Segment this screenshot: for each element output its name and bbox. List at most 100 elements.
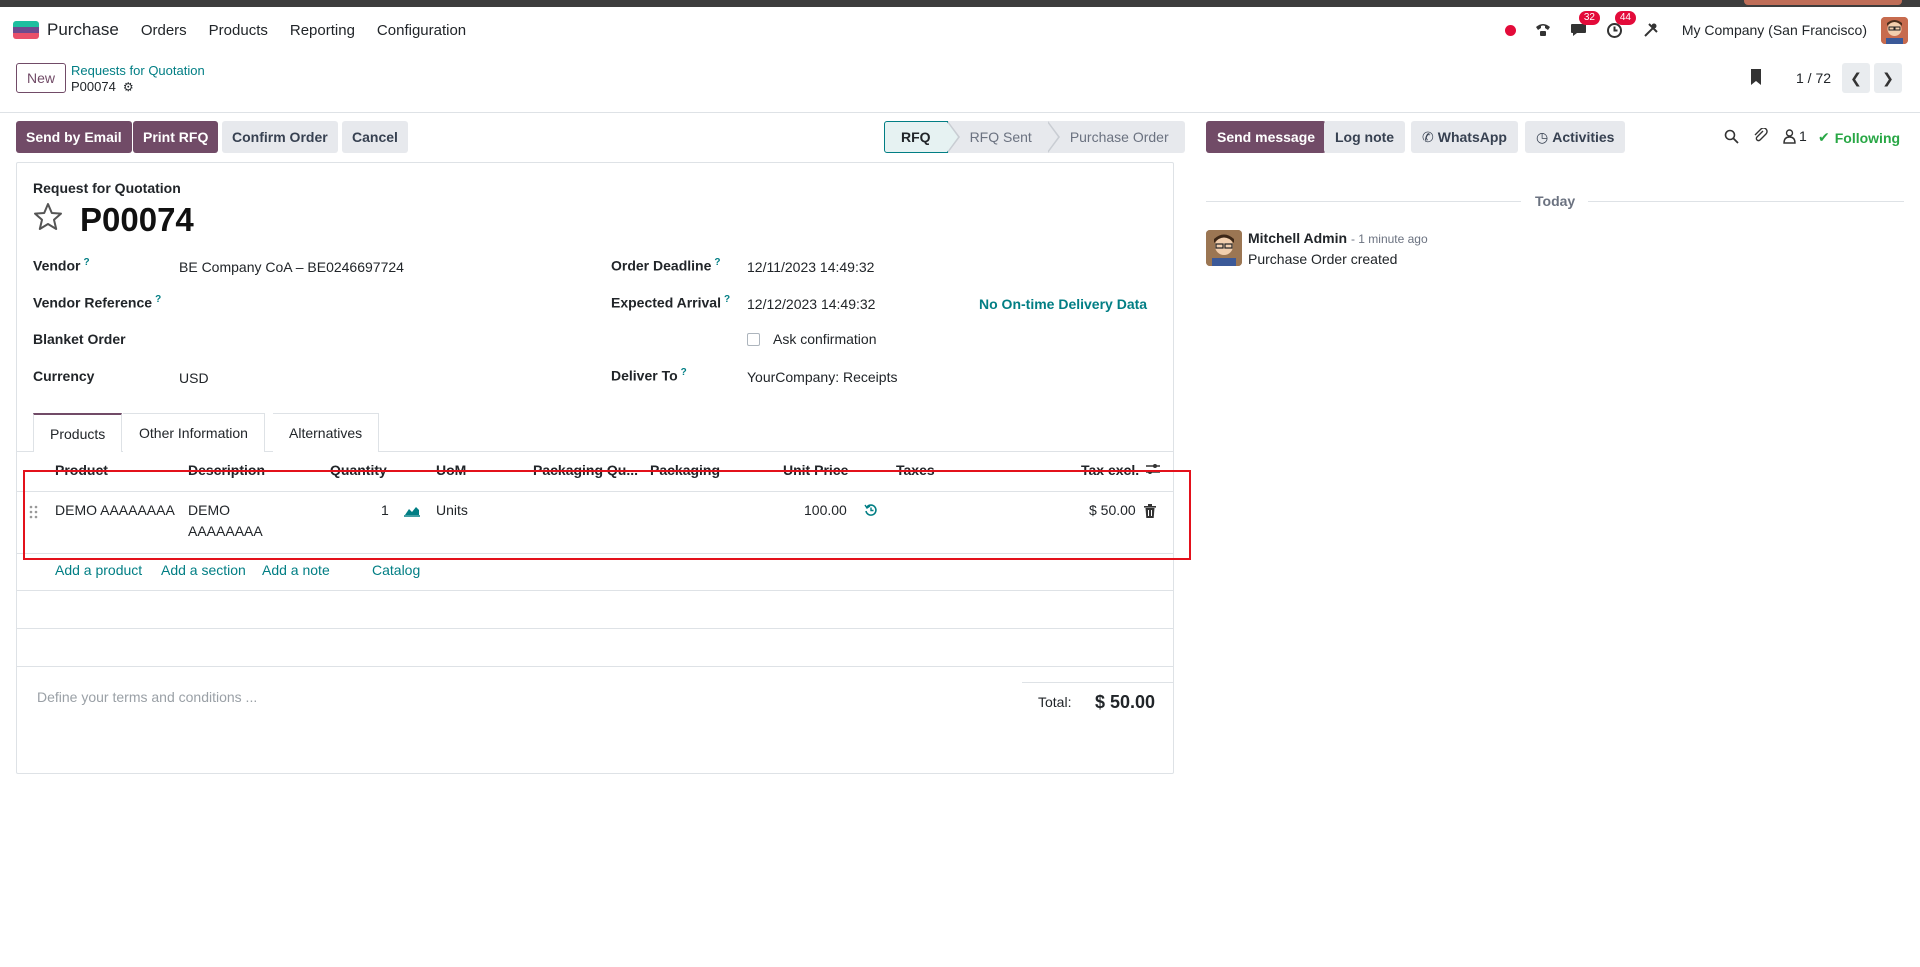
empty-row-divider <box>16 628 1174 629</box>
app-brand[interactable]: Purchase <box>13 20 119 40</box>
discuss-icon[interactable]: 32 <box>1568 11 1600 41</box>
user-icon <box>1783 128 1796 144</box>
vendor-label: Vendor? <box>33 257 90 274</box>
message-time: - 1 minute ago <box>1350 232 1428 246</box>
bookmark-icon[interactable] <box>1748 68 1764 91</box>
ask-confirmation-checkbox[interactable] <box>747 333 760 346</box>
add-note-link[interactable]: Add a note <box>262 562 330 578</box>
message-author[interactable]: Mitchell Admin <box>1248 230 1347 246</box>
deliver-to-field[interactable]: YourCompany: Receipts <box>747 369 897 385</box>
chevron-right-icon: ❯ <box>1882 69 1894 86</box>
status-bar: RFQ RFQ Sent Purchase Order <box>884 121 1185 153</box>
highlight-annotation-box <box>23 470 1191 560</box>
whatsapp-button[interactable]: ✆ WhatsApp <box>1411 121 1518 153</box>
blanket-order-label: Blanket Order <box>33 331 126 347</box>
menu-orders[interactable]: Orders <box>141 22 187 39</box>
send-message-button[interactable]: Send message <box>1206 121 1327 153</box>
menu-products[interactable]: Products <box>209 22 268 39</box>
currency-field[interactable]: USD <box>179 370 209 386</box>
priority-star-icon[interactable] <box>32 201 64 241</box>
following-label: Following <box>1834 129 1901 146</box>
currency-label: Currency <box>33 368 95 384</box>
log-note-button[interactable]: Log note <box>1324 121 1406 153</box>
deliver-to-label-text: Deliver To <box>611 367 678 384</box>
following-button[interactable]: ✔ Following <box>1818 129 1900 146</box>
clock-icon: ◷ <box>1536 128 1549 145</box>
date-separator-label: Today <box>1535 193 1576 209</box>
pager-previous-button[interactable]: ❮ <box>1842 63 1870 93</box>
recording-dot-icon[interactable] <box>1504 24 1516 36</box>
followers-button[interactable]: 1 <box>1783 128 1807 144</box>
message-header: Mitchell Admin - 1 minute ago <box>1248 230 1428 246</box>
help-icon[interactable]: ? <box>155 294 161 305</box>
date-separator-line <box>1206 201 1521 202</box>
paperclip-icon[interactable] <box>1753 127 1769 148</box>
vendor-field[interactable]: BE Company CoA – BE0246697724 <box>179 259 404 275</box>
navbar-systray: 32 44 My Company (San Francisco) <box>1504 7 1920 53</box>
message-author-avatar[interactable] <box>1206 230 1242 266</box>
menu-configuration[interactable]: Configuration <box>377 22 466 39</box>
add-product-link[interactable]: Add a product <box>55 562 142 578</box>
menu-reporting[interactable]: Reporting <box>290 22 355 39</box>
stage-arrow <box>1046 121 1064 153</box>
help-icon[interactable]: ? <box>83 257 89 268</box>
help-icon[interactable]: ? <box>714 257 720 268</box>
order-deadline-field[interactable]: 12/11/2023 14:49:32 <box>747 259 874 275</box>
pager-value[interactable]: 1 / 72 <box>1796 70 1831 86</box>
record-name[interactable]: P00074 <box>80 201 194 239</box>
stage-arrow <box>946 121 964 153</box>
expected-arrival-field[interactable]: 12/12/2023 14:49:32 <box>747 296 875 312</box>
order-deadline-label-text: Order Deadline <box>611 257 712 274</box>
vendor-reference-field[interactable] <box>179 290 579 314</box>
cancel-button[interactable]: Cancel <box>342 121 408 153</box>
table-bottom-divider <box>16 666 1174 667</box>
control-panel: New Requests for Quotation P00074 ⚙ 1 / … <box>0 53 1920 113</box>
debug-tools-icon[interactable] <box>1640 19 1662 41</box>
send-by-email-button[interactable]: Send by Email <box>16 121 132 153</box>
help-icon[interactable]: ? <box>724 294 730 305</box>
help-icon[interactable]: ? <box>681 367 687 378</box>
confirm-order-button[interactable]: Confirm Order <box>222 121 338 153</box>
browser-top-strip <box>0 0 1920 7</box>
whatsapp-icon: ✆ <box>1422 128 1434 145</box>
stage-purchase-order[interactable]: Purchase Order <box>1063 121 1185 153</box>
expected-arrival-label-text: Expected Arrival <box>611 294 721 311</box>
terms-conditions-field[interactable]: Define your terms and conditions ... <box>37 689 257 705</box>
check-icon: ✔ <box>1818 129 1830 145</box>
stage-rfq-sent[interactable]: RFQ Sent <box>963 121 1048 153</box>
gear-icon[interactable]: ⚙ <box>123 80 134 94</box>
form-title-label: Request for Quotation <box>33 180 181 196</box>
company-switcher[interactable]: My Company (San Francisco) <box>1682 22 1867 38</box>
stage-rfq[interactable]: RFQ <box>884 121 948 153</box>
tab-products[interactable]: Products <box>33 413 123 452</box>
on-time-delivery-info: No On-time Delivery Data <box>979 296 1148 312</box>
new-button[interactable]: New <box>16 63 67 93</box>
print-rfq-button[interactable]: Print RFQ <box>133 121 219 153</box>
expected-arrival-label: Expected Arrival? <box>611 294 730 311</box>
deliver-to-label: Deliver To? <box>611 367 687 384</box>
chevron-left-icon: ❮ <box>1850 69 1862 86</box>
total-value: $ 50.00 <box>1095 692 1156 712</box>
tab-other-information[interactable]: Other Information <box>123 413 265 452</box>
breadcrumb-current-label: P00074 <box>71 79 116 94</box>
empty-row-divider <box>16 590 1174 591</box>
ask-confirmation-label: Ask confirmation <box>773 331 877 347</box>
breadcrumb-current: P00074 ⚙ <box>71 79 134 94</box>
catalog-link[interactable]: Catalog <box>372 562 420 578</box>
activities-button[interactable]: ◷ Activities <box>1525 121 1626 153</box>
main-navbar: Purchase Orders Products Reporting Confi… <box>0 7 1920 53</box>
blanket-order-field[interactable] <box>179 327 579 351</box>
phone-icon[interactable] <box>1532 19 1554 41</box>
user-avatar[interactable] <box>1881 16 1908 44</box>
vendor-reference-label-text: Vendor Reference <box>33 294 153 311</box>
add-section-link[interactable]: Add a section <box>161 562 246 578</box>
top-strip-accent <box>1744 0 1902 5</box>
tab-alternatives[interactable]: Alternatives <box>273 413 380 452</box>
activity-clock-icon[interactable]: 44 <box>1604 11 1636 41</box>
search-icon[interactable] <box>1724 129 1739 148</box>
message-body: Purchase Order created <box>1248 251 1398 267</box>
app-name: Purchase <box>47 20 119 39</box>
pager-next-button[interactable]: ❯ <box>1874 63 1902 93</box>
activities-label: Activities <box>1552 129 1615 145</box>
breadcrumb-parent-link[interactable]: Requests for Quotation <box>71 63 205 78</box>
